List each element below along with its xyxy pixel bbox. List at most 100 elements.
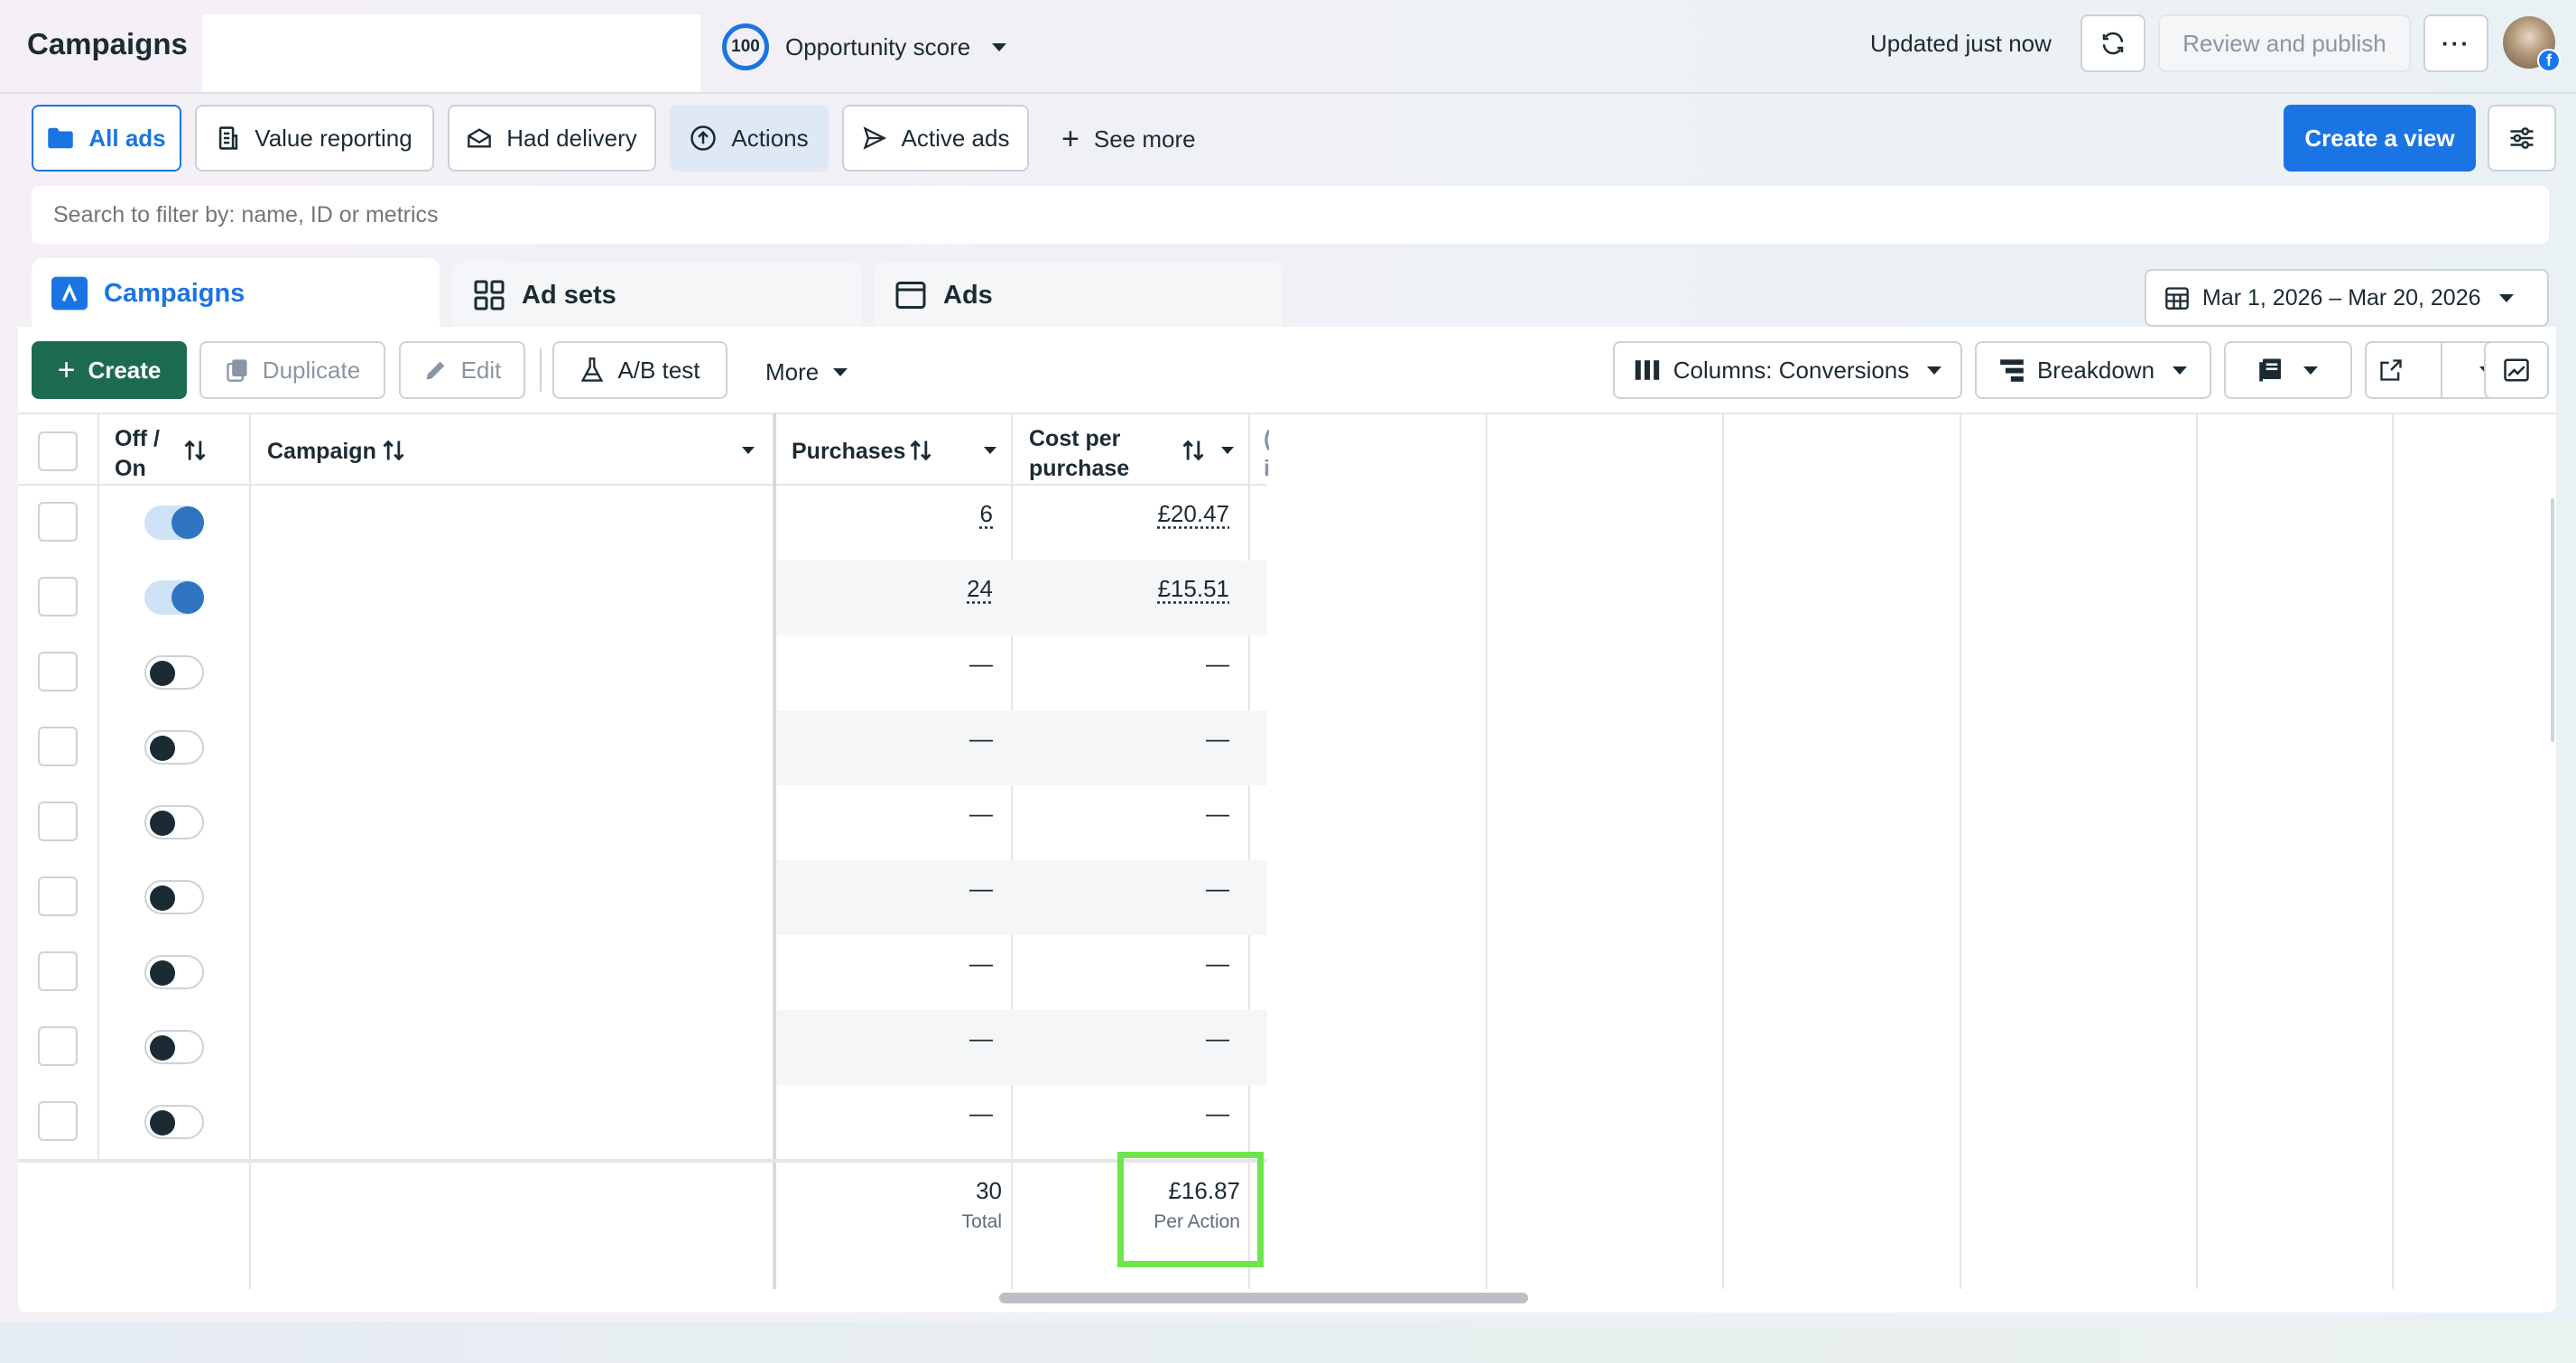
tab-campaigns[interactable]: Campaigns [32,258,440,329]
cost-per-purchase-cell: — [1206,800,1229,827]
table-row[interactable] [18,486,1267,561]
row-checkbox[interactable] [38,577,78,617]
cost-per-purchase-cell: — [1206,650,1229,677]
duplicate-button[interactable]: Duplicate [199,341,385,399]
filter-actions-label: Actions [731,124,809,152]
off-on-label-1: Off / [115,426,160,451]
tab-ad-sets[interactable]: Ad sets [453,262,861,329]
status-toggle[interactable] [144,880,204,914]
status-toggle[interactable] [144,505,204,540]
purchases-cell[interactable]: 24 [866,575,993,603]
columns-icon [1635,360,1659,380]
breakdown-label: Breakdown [2036,356,2155,384]
bottom-bar [0,1321,2576,1363]
purchases-header[interactable]: Purchases [792,437,905,467]
status-toggle[interactable] [144,730,204,765]
grid-line [2392,413,2394,1289]
charts-button[interactable] [2484,341,2549,399]
refresh-button[interactable] [2080,14,2145,72]
row-checkbox[interactable] [38,502,78,542]
off-on-label-2: On [115,456,146,481]
chevron-down-icon[interactable] [984,447,996,454]
row-checkbox[interactable] [38,951,78,991]
ad-window-icon [895,282,926,309]
status-toggle[interactable] [144,1105,204,1139]
view-settings-button[interactable] [2488,105,2556,172]
status-toggle[interactable] [144,805,204,839]
total-purchases-label: Total [961,1211,1002,1232]
filter-had-delivery[interactable]: Had delivery [448,105,656,172]
tab-ads[interactable]: Ads [875,262,1283,329]
filter-had-delivery-label: Had delivery [506,124,637,152]
status-toggle[interactable] [144,655,204,690]
opportunity-score[interactable]: 100 Opportunity score [722,22,1007,72]
sort-icon[interactable] [1181,439,1206,462]
sort-icon[interactable] [381,439,406,462]
toggle-knob [150,1035,175,1061]
more-dropdown[interactable]: More [765,354,848,390]
cost-per-purchase-cell[interactable]: £15.51 [1083,575,1229,603]
reports-dropdown[interactable] [2224,341,2352,399]
tab-ad-sets-label: Ad sets [522,280,616,310]
purchases-cell: — [969,950,993,977]
sort-icon[interactable] [908,439,933,462]
campaign-header[interactable]: Campaign [267,437,376,467]
cost-per-purchase-cell: — [1206,725,1229,752]
filter-value-reporting[interactable]: Value reporting [195,105,434,172]
cost-per-purchase-header[interactable]: Cost per purchase [1029,424,1129,484]
edit-button[interactable]: Edit [399,341,525,399]
review-publish-button[interactable]: Review and publish [2158,14,2411,72]
create-button[interactable]: + Create [32,341,187,399]
row-checkbox[interactable] [38,1026,78,1066]
chevron-down-icon [2303,366,2318,375]
row-checkbox[interactable] [38,876,78,916]
truncated-header: (i [1264,426,1269,481]
see-more-button[interactable]: + See more [1061,121,1196,157]
table-row[interactable] [18,635,1267,710]
cost-per-purchase-cell[interactable]: £20.47 [1083,500,1229,528]
filter-active-ads[interactable]: Active ads [842,105,1029,172]
filter-active-ads-label: Active ads [901,124,1010,152]
purchases-cell[interactable]: 6 [866,500,993,528]
ab-test-button[interactable]: A/B test [552,341,727,399]
toggle-knob [150,811,175,836]
breakdown-dropdown[interactable]: Breakdown [1975,341,2211,399]
score-ring-icon: 100 [722,23,769,70]
horizontal-scrollbar[interactable] [999,1293,1528,1303]
title-blank-field [202,14,700,94]
create-view-button[interactable]: Create a view [2284,105,2476,172]
table-row[interactable] [18,785,1267,860]
send-icon [863,126,886,150]
more-options-button[interactable]: ··· [2423,14,2488,72]
row-checkbox[interactable] [38,802,78,841]
filter-all-ads-label: All ads [88,124,166,152]
table-row[interactable] [18,935,1267,1010]
date-range-picker[interactable]: Mar 1, 2026 – Mar 20, 2026 [2145,269,2549,327]
avatar[interactable]: f [2503,16,2561,72]
duplicate-label: Duplicate [262,356,361,384]
chevron-down-icon[interactable] [742,447,755,454]
filter-actions[interactable]: Actions [670,105,829,172]
status-toggle[interactable] [144,580,204,615]
row-checkbox[interactable] [38,1101,78,1141]
purchases-cell: — [969,650,993,677]
status-toggle[interactable] [144,1030,204,1064]
page-title: Campaigns [27,27,188,60]
cost-per-purchase-cell: — [1206,875,1229,902]
sort-icon[interactable] [182,439,208,462]
table-row[interactable] [18,1085,1267,1160]
off-on-header[interactable]: Off / On [115,424,160,484]
purchases-cell: — [969,725,993,752]
cost-per-purchase-cell: — [1206,1099,1229,1127]
status-toggle[interactable] [144,955,204,989]
more-label: More [765,357,820,385]
row-checkbox[interactable] [38,652,78,691]
search-input[interactable] [32,186,2549,244]
row-checkbox[interactable] [38,727,78,766]
totals-top-border [18,1159,1267,1163]
select-all-checkbox[interactable] [38,431,78,471]
vertical-scrollbar[interactable] [2551,498,2554,742]
filter-all-ads[interactable]: All ads [32,105,181,172]
columns-dropdown[interactable]: Columns: Conversions [1613,341,1962,399]
chevron-down-icon[interactable] [1221,447,1234,454]
